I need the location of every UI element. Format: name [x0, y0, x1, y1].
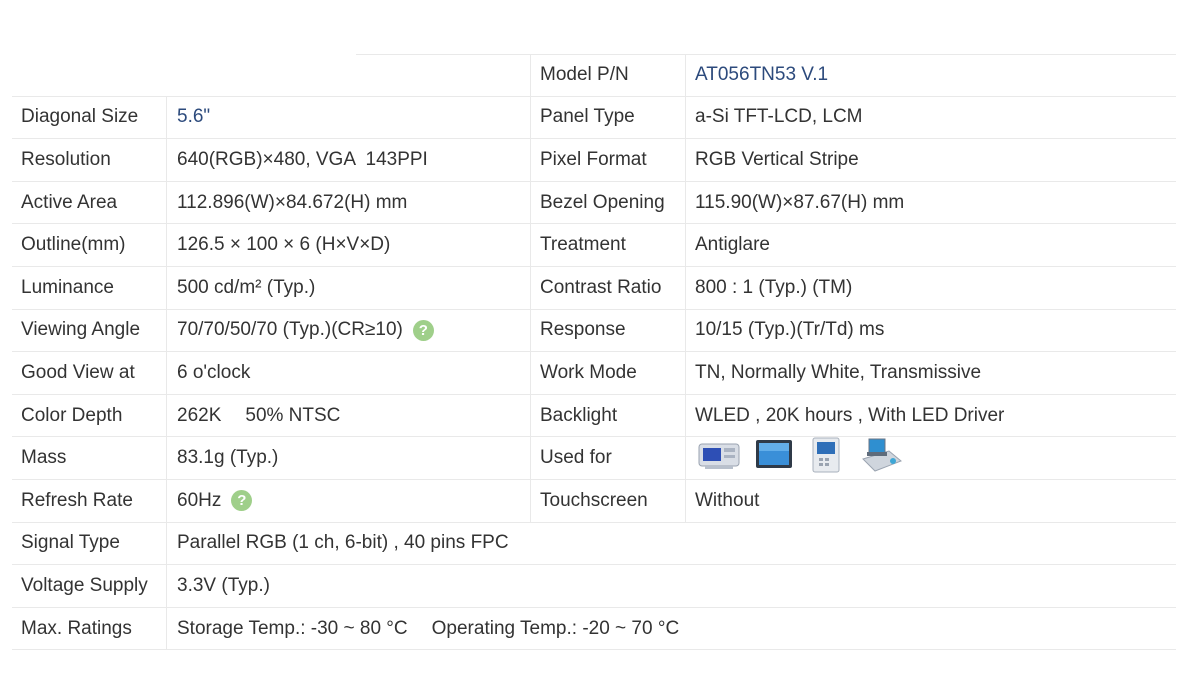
table-row: Max. Ratings Storage Temp.: -30 ~ 80 °C … [12, 607, 1176, 651]
spec-value: 126.5 × 100 × 6 (H×V×D) [177, 234, 391, 256]
spec-label: Mass [21, 447, 67, 469]
spec-value-cell: 60Hz ? [177, 480, 527, 522]
table-row: Diagonal Size 5.6" Panel Type a-Si TFT-L… [12, 96, 1176, 140]
table-row: Refresh Rate 60Hz ? Touchscreen Without [12, 479, 1176, 523]
spec-label: Refresh Rate [21, 489, 133, 511]
spec-label: Resolution [21, 148, 111, 170]
spec-value: a-Si TFT-LCD, LCM [695, 106, 863, 128]
spec-label: Work Mode [540, 361, 637, 383]
operating-temp-value: Operating Temp.: -20 ~ 70 °C [431, 617, 680, 639]
spec-label: Voltage Supply [21, 574, 148, 596]
spec-value: 50% NTSC [245, 404, 341, 426]
spec-value: Antiglare [695, 234, 770, 256]
table-row: Outline(mm) 126.5 × 100 × 6 (H×V×D) Trea… [12, 224, 1176, 267]
spec-value: TN, Normally White, Transmissive [695, 361, 982, 383]
table-row: Voltage Supply 3.3V (Typ.) [12, 565, 1176, 608]
table-row: Color Depth 262K 50% NTSC Backlight WLED… [12, 394, 1176, 438]
spec-value: 83.1g (Typ.) [177, 447, 279, 469]
spec-label: Contrast Ratio [540, 276, 662, 298]
spec-value-cell: 70/70/50/70 (Typ.)(CR≥10) ? [177, 310, 527, 352]
spec-value: Without [695, 489, 760, 511]
monitor-icon[interactable] [755, 438, 793, 478]
spec-value: 262K [177, 404, 222, 426]
storage-temp-value: Storage Temp.: -30 ~ 80 °C [177, 617, 408, 639]
used-for-icons [695, 437, 1175, 479]
diagonal-size-value[interactable]: 5.6" [177, 97, 527, 139]
spec-value: 800 : 1 (Typ.) (TM) [695, 276, 853, 298]
table-row: Luminance 500 cd/m² (Typ.) Contrast Rati… [12, 266, 1176, 310]
model-number[interactable]: AT056TN53 V.1 [695, 54, 1175, 96]
ultrasound-device-icon[interactable] [697, 438, 741, 478]
spec-label: Active Area [21, 191, 118, 213]
table-row: Viewing Angle 70/70/50/70 (Typ.)(CR≥10) … [12, 309, 1176, 353]
table-row: Signal Type Parallel RGB (1 ch, 6-bit) ,… [12, 522, 1176, 566]
spec-label: Color Depth [21, 404, 123, 426]
spec-value: 500 cd/m² (Typ.) [177, 276, 316, 298]
table-row: Model P/N AT056TN53 V.1 [12, 54, 1176, 97]
spec-label: Used for [540, 447, 612, 469]
table-row: Active Area 112.896(W)×84.672(H) mm Beze… [12, 181, 1176, 225]
spec-label: Response [540, 319, 626, 341]
spec-label: Viewing Angle [21, 319, 141, 341]
spec-value: 6 o'clock [177, 361, 251, 383]
spec-value: 70/70/50/70 (Typ.)(CR≥10) [177, 319, 403, 341]
spec-value: 112.896(W)×84.672(H) mm [177, 191, 408, 213]
spec-value: Parallel RGB (1 ch, 6-bit) , 40 pins FPC [177, 532, 509, 554]
spec-value: 640(RGB)×480, VGA 143PPI [177, 148, 428, 170]
spec-label: Panel Type [540, 106, 635, 128]
spec-value: RGB Vertical Stripe [695, 148, 859, 170]
spec-label: Signal Type [21, 532, 120, 554]
spec-label: Pixel Format [540, 148, 647, 170]
spec-label: Max. Ratings [21, 617, 132, 639]
help-icon[interactable]: ? [412, 319, 434, 341]
spec-label: Diagonal Size [21, 106, 139, 128]
spec-label: Touchscreen [540, 489, 648, 511]
spec-label: Treatment [540, 234, 626, 256]
spec-label: Good View at [21, 361, 135, 383]
table-row: Good View at 6 o'clock Work Mode TN, Nor… [12, 352, 1176, 395]
spec-label: Luminance [21, 276, 114, 298]
spec-table: Model P/N AT056TN53 V.1 Diagonal Size 5.… [12, 54, 1176, 651]
spec-value-cell: 262K 50% NTSC [177, 395, 527, 437]
table-row: Resolution 640(RGB)×480, VGA 143PPI Pixe… [12, 139, 1176, 182]
spec-value: 115.90(W)×87.67(H) mm [695, 191, 905, 213]
pos-terminal-icon[interactable] [859, 437, 903, 479]
spec-label: Backlight [540, 404, 618, 426]
spec-label: Bezel Opening [540, 191, 665, 213]
spec-label: Model P/N [540, 63, 629, 85]
spec-label: Outline(mm) [21, 234, 126, 256]
table-row: Mass 83.1g (Typ.) Used for [12, 437, 1176, 480]
spec-value-cell: Storage Temp.: -30 ~ 80 °C Operating Tem… [177, 608, 1077, 650]
spec-value: WLED , 20K hours , With LED Driver [695, 404, 1005, 426]
spec-value: 3.3V (Typ.) [177, 574, 270, 596]
intercom-terminal-icon[interactable] [807, 437, 845, 479]
spec-value: 60Hz [177, 489, 222, 511]
help-icon[interactable]: ? [231, 490, 253, 512]
spec-value: 10/15 (Typ.)(Tr/Td) ms [695, 319, 885, 341]
